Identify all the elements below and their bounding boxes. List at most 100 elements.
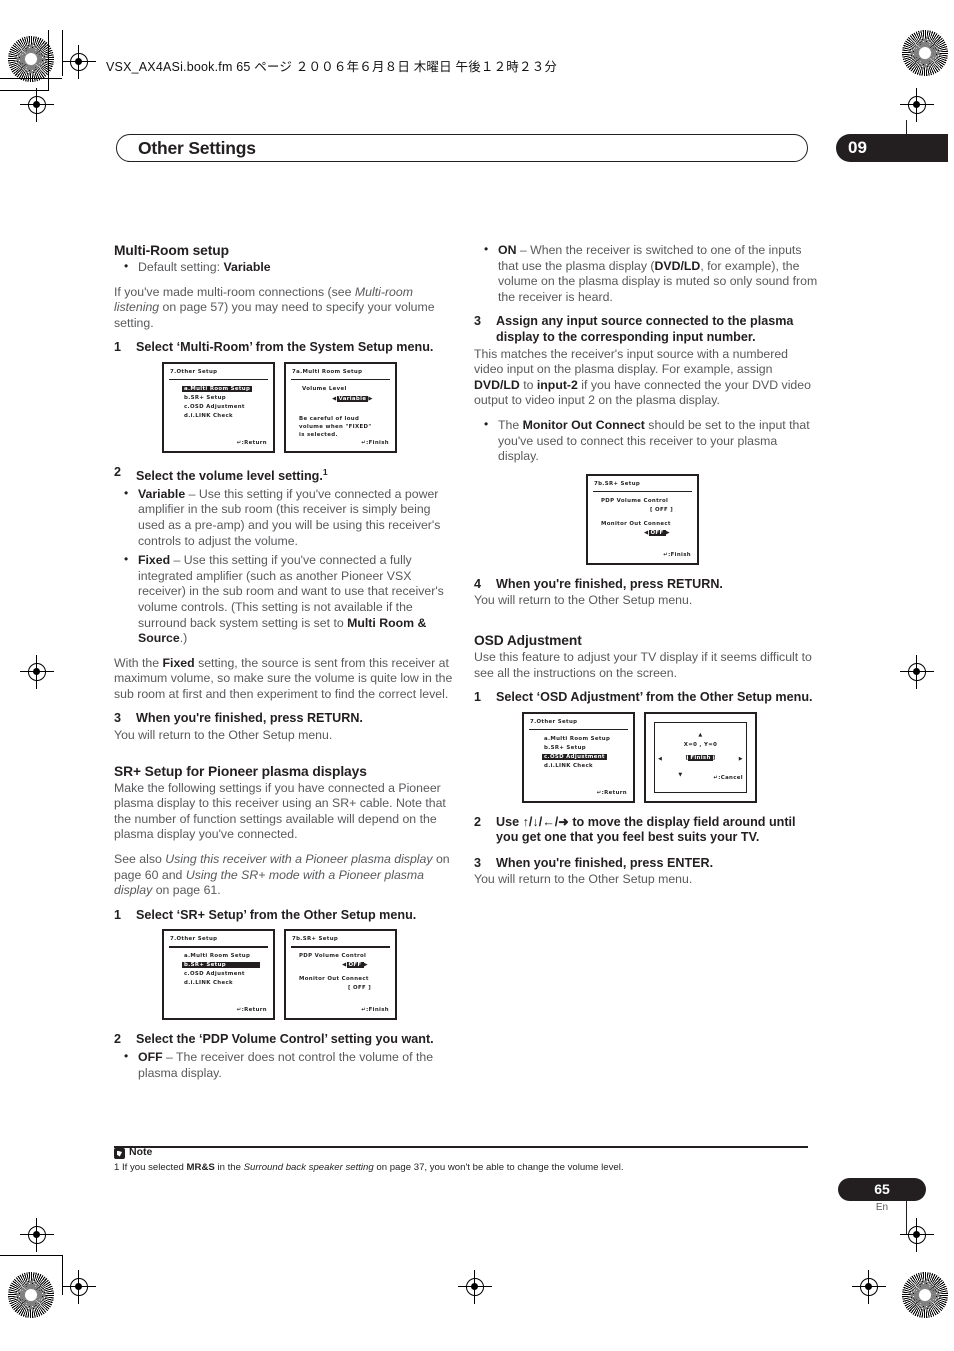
footnote-ref: 1 [322,466,328,477]
osd-screen-display-field: ▲ X=0 , Y=0 ◀ ▶ [Finish] ▼ ↵:Cancel [644,711,757,803]
footnote-text: 1 If you selected MR&S in the Surround b… [114,1162,624,1173]
monitor-out-note: The Monitor Out Connect should be set to… [474,417,819,465]
step3-description: This matches the receiver's input source… [474,347,819,409]
osd-divider [169,946,268,948]
crop-line-bottom-left-h [0,1255,62,1257]
osd-finish-button-row[interactable]: [Finish] [646,754,755,761]
step-text: Select the ‘PDP Volume Control’ setting … [136,1032,434,1047]
default-setting-list: Default setting: Variable [114,259,459,276]
osd-finish-button[interactable]: Finish [688,754,713,761]
option-variable: Variable – Use this setting if you've co… [114,486,459,549]
step-srplus-4-after: You will return to the Other Setup menu. [474,593,693,608]
osd-footer: ↵:Return [236,1007,267,1014]
reg-mark-left-middle [20,655,54,689]
osd-title: 7.Other Setup [170,936,218,943]
osd-screen-other-setup-b: 7.Other Setup a.Multi Room Setup b.SR+ S… [162,929,275,1021]
osd-title: 7.Other Setup [530,718,578,725]
osd-menu-item-highlighted: b.SR+ Setup [182,962,260,969]
osd-arrow-up-icon: ▲ [698,731,703,738]
note-icon [114,1148,125,1159]
osd-field-value-row: ◀ Variable ▶ [332,395,373,402]
right-column: ON – When the receiver is switched to on… [474,242,819,897]
step-text-main: Select the volume level setting. [136,469,323,484]
osd-field-value: Variable [336,395,369,402]
osd-field-label-pdp: PDP Volume Control [299,953,367,960]
osd-field-value-monitor: OFF [353,985,367,992]
fixed-para-bold: Fixed [162,655,195,670]
multiroom-intro: If you've made multi-room connections (s… [114,285,459,332]
osd-field-label-pdp: PDP Volume Control [601,497,669,504]
osd-footer: ↵:Return [596,789,627,796]
osd-menu-item: a.Multi Room Setup [544,735,611,742]
reg-mark-bottom-left [62,1270,96,1304]
osd-note-line: is selected. [299,431,338,438]
monitor-out-item: The Monitor Out Connect should be set to… [474,417,819,465]
osd-para-1: Use this feature to adjust your TV displ… [474,649,812,680]
step-text: Select ‘Multi-Room’ from the System Setu… [136,340,434,355]
osd-field-label-monitor: Monitor Out Connect [601,520,671,527]
osd-divider [593,490,692,492]
page-number: 65 [874,1181,890,1197]
chapter-number-text: 09 [848,138,867,157]
osd-menu-item: d.i.LINK Check [184,412,233,419]
osd-screen-other-setup-a: 7.Other Setup a.Multi Room Setup b.SR+ S… [162,361,275,453]
step-multiroom-3: 3 When you're finished, press RETURN. [114,711,459,727]
osd-title: 7.Other Setup [170,368,218,375]
footnote-text-3: on page 37, you won't be able to change … [373,1162,624,1173]
monitor-out-a: The [498,417,523,432]
multiroom-intro-1: If you've made multi-room connections (s… [114,284,355,299]
osd-field-value-monitor-row: ◀ OFF ▶ [644,529,670,536]
osd-menu-item: c.OSD Adjustment [184,403,245,410]
osd-divider [291,946,390,948]
step-text: Select ‘OSD Adjustment’ from the Other S… [496,690,813,705]
option-on: ON – When the receiver is switched to on… [474,242,819,305]
osd-note-line: volume when "FIXED" [299,423,372,430]
pdp-volume-options-left: OFF – The receiver does not control the … [114,1049,459,1081]
osd-screen-multi-room-setup: 7a.Multi Room Setup Volume Level ◀ Variab… [284,361,397,453]
osd-menu-item-highlighted: c.OSD Adjustment [542,753,607,760]
footnote-bold: MR&S [186,1162,215,1173]
footnote-text-2: in the [214,1162,244,1173]
srplus-para-2c: on page 61. [152,883,221,898]
crop-line-corner-tl [48,30,50,90]
registration-star-bottom-left [8,1272,54,1318]
step-srplus-1: 1 Select ‘SR+ Setup’ from the Other Setu… [114,908,459,924]
osd-footer: ↵:Return [236,439,267,446]
footnote-italic: Surround back speaker setting [243,1162,374,1173]
step-multiroom-1: 1 Select ‘Multi-Room’ from the System Se… [114,340,459,356]
osd-field-label: Volume Level [302,385,347,392]
osd-divider [169,378,268,381]
step3-desc-b: to [519,377,537,392]
heading-multi-room-setup: Multi-Room setup [114,243,229,258]
option-fixed: Fixed – Use this setting if you've conne… [114,552,459,647]
manual-page: VSX_AX4ASi.book.fm 65 ページ ２００６年６月８日 木曜日 … [0,0,954,1351]
osd-menu-item: b.SR+ Setup [544,744,586,751]
osd-title: 7a.Multi Room Setup [292,368,363,375]
crop-line-top-left-v [62,30,64,76]
registration-star-top-right [902,30,948,76]
step-text: When you're finished, press ENTER. [496,855,714,870]
step-text: Select ‘SR+ Setup’ from the Other Setup … [136,907,417,922]
step-srplus-4: 4 When you're finished, press RETURN. [474,577,819,593]
step-text: When you're finished, press RETURN. [136,711,363,726]
step-multiroom-3-after: You will return to the Other Setup menu. [114,728,333,743]
step-srplus-3: 3 Assign any input source connected to t… [474,314,819,345]
monitor-out-bold: Monitor Out Connect [522,417,645,432]
fixed-setting-paragraph: With the Fixed setting, the source is se… [114,656,459,703]
step-text: Assign any input source connected to the… [496,314,794,344]
page-tick-mark [906,1200,908,1234]
option-on-label: ON [498,243,517,257]
osd-field-value-pdp: OFF [655,506,669,513]
osd-screens-srplus: 7.Other Setup a.Multi Room Setup b.SR+ S… [162,929,459,1021]
step3-desc-bold-a: DVD/LD [474,377,520,392]
osd-screen-srplus-setup-a: 7b.SR+ Setup PDP Volume Control ◀ OFF ▶ Mo… [284,929,397,1021]
default-setting-prefix: Default setting: [138,260,224,274]
option-off: OFF – The receiver does not control the … [114,1049,459,1081]
osd-divider [291,378,390,381]
osd-menu-item: b.SR+ Setup [184,394,226,401]
left-column: Multi-Room setup Default setting: Variab… [114,243,459,1090]
crop-line-bottom-left-v [62,1255,64,1295]
osd-footer: ↵:Finish [663,551,691,558]
step-number: 1 [474,690,482,705]
step-osd-3-after: You will return to the Other Setup menu. [474,872,693,887]
